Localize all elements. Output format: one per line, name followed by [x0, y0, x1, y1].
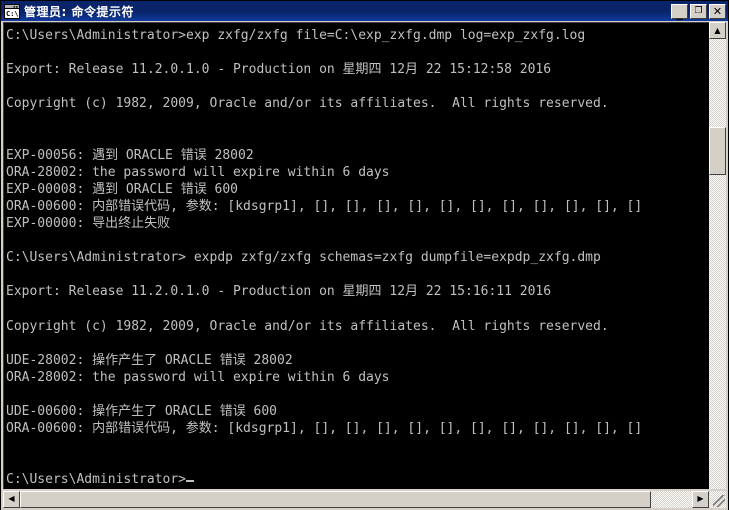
chevron-right-icon: ▶: [697, 494, 704, 504]
command-prompt-window: ▪▪ C:\ 管理员: 命令提示符 _ ❐ ✕ C:\Users\Adminis…: [0, 0, 729, 510]
console-line: Copyright (c) 1982, 2009, Oracle and/or …: [6, 96, 609, 112]
chevron-left-icon: ◀: [8, 494, 15, 504]
scroll-left-button[interactable]: ◀: [3, 490, 20, 508]
console-line: EXP-00008: 遇到 ORACLE 错误 600: [6, 181, 239, 197]
vertical-scrollbar[interactable]: ▲: [709, 22, 726, 489]
console-line: EXP-00000: 导出终止失败: [6, 216, 171, 232]
vertical-scrollbar-thumb[interactable]: [709, 127, 726, 175]
horizontal-scrollbar-thumb[interactable]: [20, 490, 651, 508]
console-prompt-text: C:\Users\Administrator>: [6, 472, 187, 488]
console-line: C:\Users\Administrator>exp zxfg/zxfg fil…: [6, 28, 586, 43]
console-line: UDE-28002: 操作产生了 ORACLE 错误 28002: [6, 352, 293, 368]
console-line: ORA-28002: the password will expire with…: [6, 369, 390, 385]
window-client-area: C:\Users\Administrator>exp zxfg/zxfg fil…: [1, 21, 728, 510]
maximize-button[interactable]: ❐: [690, 3, 707, 19]
chevron-up-icon: ▲: [714, 25, 721, 35]
console-line: C:\Users\Administrator> expdp zxfg/zxfg …: [6, 250, 601, 266]
minimize-button[interactable]: _: [671, 3, 688, 20]
cmd-icon[interactable]: ▪▪ C:\: [4, 3, 20, 19]
title-bar-buttons: _ ❐ ✕: [671, 3, 726, 20]
terminal-screen[interactable]: C:\Users\Administrator>exp zxfg/zxfg fil…: [3, 22, 709, 489]
window-title: 管理员: 命令提示符: [24, 4, 134, 19]
close-button[interactable]: ✕: [709, 3, 726, 19]
scroll-up-button[interactable]: ▲: [709, 22, 726, 39]
console-line: Export: Release 11.2.0.1.0 - Production …: [6, 284, 552, 300]
console-prompt-line: C:\Users\Administrator>: [6, 471, 709, 488]
scroll-right-button[interactable]: ▶: [692, 490, 709, 508]
console-line: EXP-00056: 遇到 ORACLE 错误 28002: [6, 147, 254, 163]
maximize-icon: ❐: [694, 5, 703, 16]
minimize-icon: _: [676, 5, 683, 20]
horizontal-scrollbar-track[interactable]: [20, 490, 692, 508]
resize-grip[interactable]: [709, 490, 726, 508]
close-icon: ✕: [712, 4, 723, 18]
console-line: ORA-00600: 内部错误代码, 参数: [kdsgrp1], [], []…: [6, 198, 643, 214]
console-line: UDE-00600: 操作产生了 ORACLE 错误 600: [6, 404, 278, 420]
cmd-icon-dots: ▪▪: [13, 3, 18, 9]
text-cursor: [186, 480, 195, 483]
console-line: Copyright (c) 1982, 2009, Oracle and/or …: [6, 318, 609, 334]
cmd-icon-prompt-text: C:\: [6, 9, 19, 18]
console-line: Export: Release 11.2.0.1.0 - Production …: [6, 62, 552, 78]
console-row: C:\Users\Administrator>exp zxfg/zxfg fil…: [3, 22, 726, 489]
title-bar[interactable]: ▪▪ C:\ 管理员: 命令提示符 _ ❐ ✕: [1, 1, 728, 21]
horizontal-scrollbar-row: ◀ ▶: [3, 490, 726, 508]
console-line: ORA-28002: the password will expire with…: [6, 164, 390, 180]
horizontal-scrollbar[interactable]: ◀ ▶: [3, 490, 709, 508]
vertical-scrollbar-track[interactable]: [709, 39, 726, 489]
console-line: ORA-00600: 内部错误代码, 参数: [kdsgrp1], [], []…: [6, 421, 643, 437]
resize-grip-lines: [713, 494, 725, 507]
